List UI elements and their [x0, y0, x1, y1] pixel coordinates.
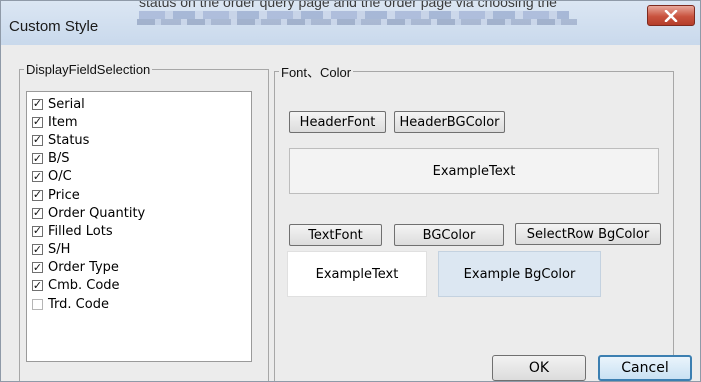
header-example-text: ExampleText: [289, 148, 659, 194]
font-color-legend: Font、Color: [281, 65, 352, 80]
field-item[interactable]: ✓ B/S: [27, 150, 251, 168]
checkbox-checked[interactable]: ✓: [32, 171, 43, 183]
close-icon: [664, 9, 678, 22]
field-item[interactable]: ✓ O/C: [27, 168, 251, 186]
field-item-label: Item: [48, 114, 78, 130]
header-bgcolor-button[interactable]: HeaderBGColor: [394, 111, 505, 133]
field-item-label: Serial: [48, 96, 85, 112]
close-button[interactable]: [647, 5, 695, 26]
title-bar[interactable]: status on the order query page and the o…: [1, 1, 700, 45]
field-item[interactable]: ✓ Price: [27, 186, 251, 204]
checkbox-checked[interactable]: ✓: [32, 280, 43, 292]
field-item-label: Trd. Code: [48, 296, 109, 312]
checkbox-checked[interactable]: ✓: [32, 262, 43, 274]
checkbox-checked[interactable]: ✓: [32, 225, 43, 237]
field-item-label: B/S: [48, 151, 70, 167]
field-item[interactable]: ✓ Status: [27, 131, 251, 149]
checkbox-unchecked[interactable]: ✓: [32, 298, 43, 310]
checkbox-checked[interactable]: ✓: [32, 98, 43, 110]
dialog-body: DisplayFieldSelection ✓ Serial ✓ Item ✓ Statu…: [9, 45, 700, 381]
checkbox-checked[interactable]: ✓: [32, 153, 43, 165]
field-item[interactable]: ✓ Filled Lots: [27, 222, 251, 240]
field-item-label: Filled Lots: [48, 223, 113, 239]
display-field-selection-group: DisplayFieldSelection ✓ Serial ✓ Item ✓ Statu…: [19, 62, 269, 381]
field-item-label: Cmb. Code: [48, 278, 120, 294]
checkbox-checked[interactable]: ✓: [32, 116, 43, 128]
field-item[interactable]: ✓ S/H: [27, 241, 251, 259]
field-item-label: O/C: [48, 169, 72, 185]
text-font-button[interactable]: TextFont: [289, 224, 382, 246]
field-item[interactable]: ✓ Trd. Code: [27, 295, 251, 313]
background-window-text: status on the order query page and the o…: [139, 1, 557, 10]
field-item[interactable]: ✓ Item: [27, 113, 251, 131]
text-example-panel: ExampleText: [287, 251, 427, 297]
dialog-title: Custom Style: [9, 18, 99, 35]
bgcolor-button[interactable]: BGColor: [394, 224, 504, 246]
display-field-selection-legend: DisplayFieldSelection: [26, 62, 151, 77]
cancel-button[interactable]: Cancel: [598, 355, 692, 381]
checkbox-checked[interactable]: ✓: [32, 244, 43, 256]
custom-style-dialog: status on the order query page and the o…: [0, 0, 701, 382]
font-color-group: Font、Color HeaderFont HeaderBGColor Exam…: [274, 62, 674, 381]
field-item[interactable]: ✓ Order Type: [27, 259, 251, 277]
ok-button[interactable]: OK: [492, 355, 586, 381]
background-window-strip-lower: [137, 19, 577, 25]
select-row-bgcolor-button[interactable]: SelectRow BgColor: [515, 223, 661, 245]
field-item[interactable]: ✓ Serial: [27, 95, 251, 113]
bgcolor-example-panel: Example BgColor: [438, 251, 601, 297]
field-item[interactable]: ✓ Order Quantity: [27, 204, 251, 222]
field-item-label: Order Quantity: [48, 205, 146, 221]
checkbox-checked[interactable]: ✓: [32, 134, 43, 146]
field-item-label: S/H: [48, 242, 71, 258]
checkbox-checked[interactable]: ✓: [32, 189, 43, 201]
checkbox-checked[interactable]: ✓: [32, 207, 43, 219]
field-item-label: Order Type: [48, 260, 119, 276]
header-font-button[interactable]: HeaderFont: [289, 111, 386, 133]
field-checklist: ✓ Serial ✓ Item ✓ Status ✓ B/S ✓ O/C ✓ Price ✓ Order …: [26, 91, 252, 362]
field-item[interactable]: ✓ Cmb. Code: [27, 277, 251, 295]
field-item-label: Status: [48, 132, 90, 148]
field-item-label: Price: [48, 187, 80, 203]
background-window-strip: [139, 11, 569, 19]
